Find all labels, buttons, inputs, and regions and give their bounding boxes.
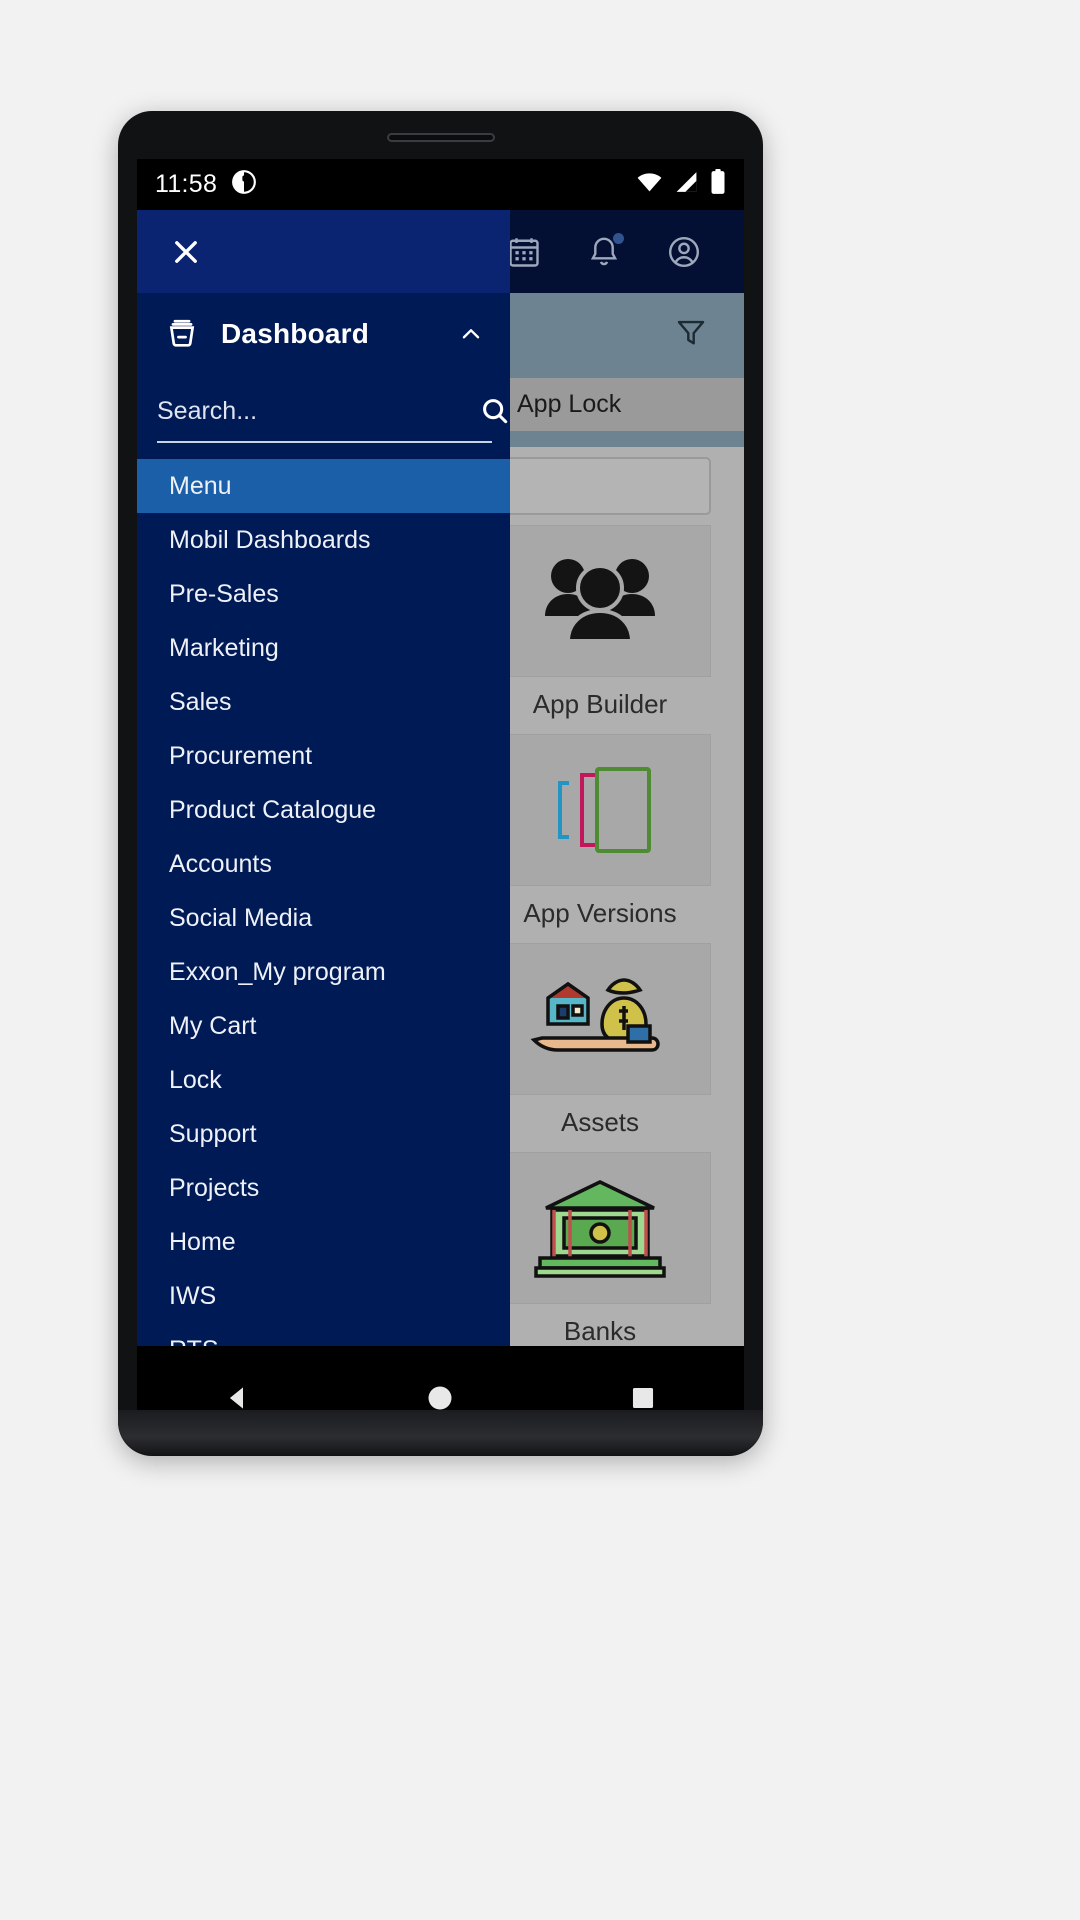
tile-banks[interactable]: Banks [489,1152,711,1347]
search-magnifier-icon[interactable] [479,395,510,427]
drawer-menu-item[interactable]: Social Media [137,891,510,945]
drawer-title-row[interactable]: Dashboard [137,293,510,375]
drawer-menu-list: Menu Mobil Dashboards Pre-Sales Marketing Sa… [137,459,510,1346]
drawer-menu-item[interactable]: Lock [137,1053,510,1107]
drawer-menu-item-label: IWS [169,1281,217,1310]
search-input[interactable] [157,396,479,426]
chevron-up-icon[interactable] [458,321,484,347]
tile-label: App Versions [523,898,677,928]
drawer-title: Dashboard [221,318,370,349]
drawer-menu-item-label: Social Media [169,903,313,932]
drawer-menu-item-label: RTS [169,1336,219,1347]
drawer-menu-item-label: Lock [169,1065,222,1094]
drawer-menu-item-label: My Cart [169,1011,257,1040]
tile-label: App Builder [532,689,668,719]
status-bar: 11:58 [137,159,744,210]
drawer-menu-item-label: Procurement [169,741,313,770]
drawer-menu-item-label: Home [169,1227,236,1256]
phone-bottom-bezel [118,1410,763,1455]
drawer-menu-item[interactable]: Procurement [137,729,510,783]
status-bar-clock: 11:58 [155,170,218,198]
drawer-menu-item-label: Pre-Sales [169,579,279,608]
phone-screen: 11:58 App Lock App Builder App Versions … [137,159,744,1449]
drawer-menu-item-label: Support [169,1119,257,1148]
drawer-menu-item-label: Product Catalogue [169,795,377,824]
drawer-menu-item[interactable]: Product Catalogue [137,783,510,837]
drawer-menu-item[interactable]: My Cart [137,999,510,1053]
drawer-menu-item[interactable]: Projects [137,1161,510,1215]
dashboard-basket-icon [165,317,199,351]
tile-app-builder[interactable]: App Builder [489,525,711,720]
drawer-menu-item[interactable]: Exxon_My program [137,945,510,999]
drawer-menu-item-label: Menu [169,471,232,500]
brackets-frames-icon [489,734,711,886]
wifi-icon [636,171,663,198]
drawer-search-row [157,381,508,443]
tile-app-versions[interactable]: App Versions [489,734,711,929]
drawer-menu-item[interactable]: IWS [137,1269,510,1323]
earpiece-speaker-grille [386,133,495,142]
drawer-menu-item[interactable]: Accounts [137,837,510,891]
filter-funnel-icon[interactable] [674,315,708,349]
drawer-menu-item-label: Projects [169,1173,260,1202]
close-x-icon[interactable] [165,231,207,273]
calendar-icon[interactable] [506,234,542,270]
drawer-menu-item[interactable]: Support [137,1107,510,1161]
drawer-header [137,210,510,293]
drawer-menu-item-label: Marketing [169,633,279,662]
drawer-menu-item[interactable]: Home [137,1215,510,1269]
drawer-menu-item-label: Mobil Dashboards [169,525,371,554]
notifications-bell-icon[interactable] [586,232,624,270]
bank-building-icon [489,1152,711,1304]
drawer-menu-item[interactable]: Pre-Sales [137,567,510,621]
drawer-menu-item[interactable]: Menu [137,459,510,513]
drawer-menu-item-label: Exxon_My program [169,957,386,986]
tile-assets[interactable]: Assets [489,943,711,1138]
people-group-icon [489,525,711,677]
account-circle-icon[interactable] [666,234,702,270]
cellular-signal-icon [674,171,699,198]
status-bar-left: 11:58 [155,169,257,200]
tile-label: Assets [560,1107,640,1137]
notification-badge-dot [613,232,624,244]
drawer-menu-item[interactable]: Mobil Dashboards [137,513,510,567]
house-money-hand-icon [489,943,711,1095]
drawer-menu-item[interactable]: Marketing [137,621,510,675]
tile-label: Banks [563,1316,637,1346]
status-bar-right [636,169,726,200]
phone-frame: 11:58 App Lock App Builder App Versions … [118,111,763,1456]
drawer-menu-item-label: Sales [169,687,232,716]
navigation-drawer: Dashboard MenuMobil DashboardsPre-SalesM… [137,210,510,1346]
drawer-menu-item[interactable]: RTS [137,1323,510,1347]
drawer-menu-item[interactable]: Sales [137,675,510,729]
battery-icon [710,169,726,200]
drawer-menu-item-label: Accounts [169,849,272,878]
background-search-box[interactable] [489,457,711,515]
app-badge-icon [231,169,257,200]
